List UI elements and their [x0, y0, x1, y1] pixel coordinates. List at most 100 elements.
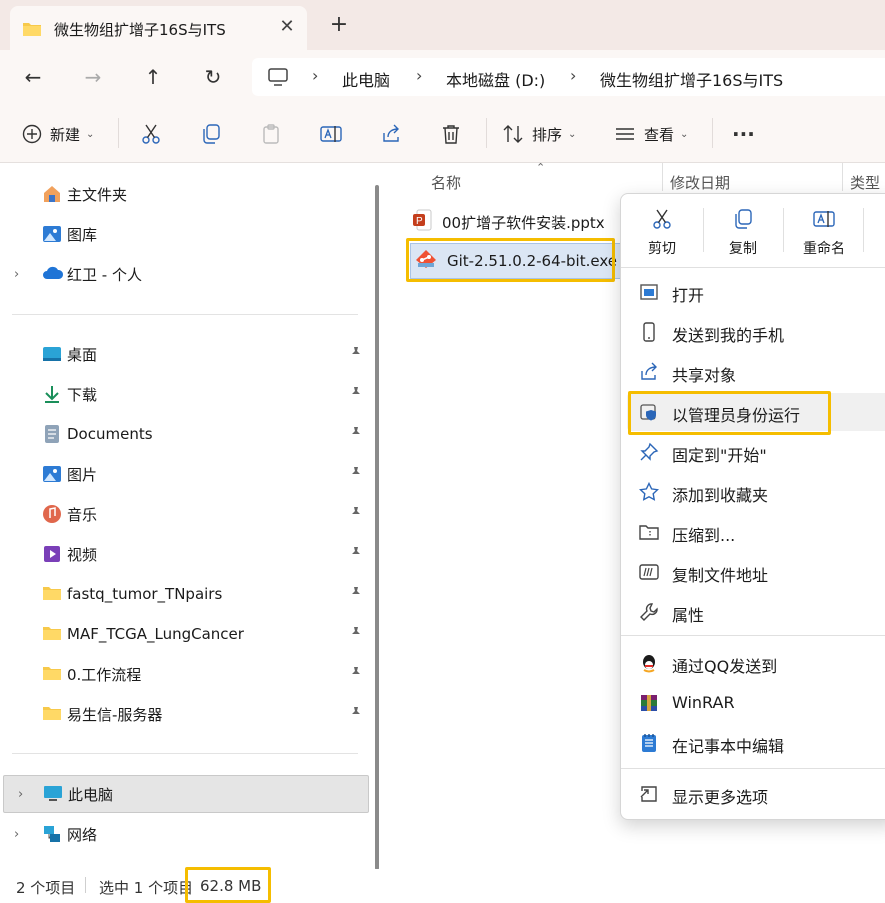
sidebar-item-onedrive[interactable]: › 红卫 - 个人: [0, 256, 370, 292]
sidebar-scrollbar[interactable]: [375, 185, 379, 870]
menu-item-pin-to-start[interactable]: 固定到"开始": [627, 433, 885, 471]
pictures-icon: [42, 464, 62, 484]
menu-item-more-options[interactable]: 显示更多选项: [627, 775, 885, 813]
sidebar-item-label: 主文件夹: [67, 185, 128, 204]
sidebar-item-label: 视频: [67, 545, 98, 564]
column-header-type[interactable]: 类型: [850, 172, 880, 193]
star-icon: [638, 481, 660, 502]
cut-label: 剪切: [648, 241, 676, 257]
pin-icon[interactable]: [349, 706, 363, 724]
more-options-icon: [639, 784, 659, 804]
forward-button[interactable]: →: [78, 62, 108, 92]
chevron-right-icon[interactable]: ›: [14, 267, 19, 282]
sidebar-item-folder[interactable]: 0.工作流程: [0, 656, 370, 692]
breadcrumb-current-folder[interactable]: 微生物组扩增子16S与ITS: [600, 67, 783, 91]
pin-icon[interactable]: [349, 346, 363, 364]
breadcrumb-this-pc[interactable]: 此电脑: [342, 67, 390, 91]
share-button[interactable]: [380, 120, 402, 148]
menu-item-compress[interactable]: 压缩到...: [627, 513, 885, 551]
folder-icon: [42, 704, 62, 724]
download-icon: [42, 384, 62, 404]
pin-icon[interactable]: [349, 506, 363, 524]
tab-current[interactable]: 微生物组扩增子16S与ITS ✕: [10, 6, 307, 50]
rename-action[interactable]: 重命名: [789, 206, 859, 260]
pin-icon[interactable]: [349, 466, 363, 484]
up-button[interactable]: ↑: [138, 62, 168, 92]
copy-icon: [732, 208, 754, 230]
pin-icon[interactable]: [349, 546, 363, 564]
address-bar[interactable]: › 此电脑 › 本地磁盘 (D:) › 微生物组扩增子16S与ITS: [252, 58, 885, 96]
sidebar-item-folder[interactable]: MAF_TCGA_LungCancer: [0, 616, 370, 652]
column-header-modified[interactable]: 修改日期: [670, 172, 730, 193]
status-bar: 2 个项目 选中 1 个项目 62.8 MB: [0, 869, 885, 901]
sidebar-item-gallery[interactable]: 图库: [0, 216, 370, 252]
sidebar-item-folder[interactable]: 易生信-服务器: [0, 696, 370, 732]
sort-button[interactable]: 排序 ⌄: [502, 120, 576, 148]
sidebar-item-label: 此电脑: [68, 785, 114, 804]
menu-item-label: 复制文件地址: [672, 566, 769, 585]
sidebar-item-label: 网络: [67, 825, 98, 844]
column-divider[interactable]: [662, 163, 663, 191]
copy-action[interactable]: 复制: [708, 206, 778, 260]
sidebar-item-network[interactable]: › 网络: [0, 816, 370, 852]
menu-item-properties[interactable]: 属性: [627, 593, 885, 631]
menu-item-send-to-phone[interactable]: 发送到我的手机: [627, 313, 885, 351]
delete-button[interactable]: [440, 120, 462, 148]
close-tab-icon[interactable]: ✕: [276, 16, 298, 38]
sidebar-item-videos[interactable]: 视频: [0, 536, 370, 572]
column-divider[interactable]: [842, 163, 843, 191]
new-button[interactable]: 新建 ⌄: [22, 120, 94, 148]
cut-action[interactable]: 剪切: [627, 206, 697, 260]
menu-item-add-favorite[interactable]: 添加到收藏夹: [627, 473, 885, 511]
breadcrumb-local-disk[interactable]: 本地磁盘 (D:): [446, 67, 545, 91]
cut-icon: [651, 208, 673, 230]
breadcrumb-separator: ›: [416, 66, 423, 85]
paste-button[interactable]: [260, 120, 282, 148]
pin-icon[interactable]: [349, 666, 363, 684]
sidebar-item-desktop[interactable]: 桌面: [0, 336, 370, 372]
refresh-button[interactable]: ↻: [198, 62, 228, 92]
pin-icon: [639, 442, 659, 462]
file-row[interactable]: P 00扩增子软件安装.pptx: [412, 205, 605, 239]
sidebar-item-downloads[interactable]: 下载: [0, 376, 370, 412]
chevron-down-icon: ⌄: [568, 128, 577, 140]
sidebar-item-documents[interactable]: Documents: [0, 416, 370, 452]
pin-icon[interactable]: [349, 386, 363, 404]
back-button[interactable]: ←: [18, 62, 48, 92]
sidebar-item-pictures[interactable]: 图片: [0, 456, 370, 492]
menu-item-share[interactable]: 共享对象: [627, 353, 885, 391]
menu-item-copy-path[interactable]: 复制文件地址: [627, 553, 885, 591]
sidebar-divider: [12, 314, 358, 315]
notepad-icon: [639, 733, 659, 753]
more-options-button[interactable]: ···: [732, 120, 755, 148]
menu-item-label: 属性: [672, 606, 705, 625]
pin-icon[interactable]: [349, 426, 363, 444]
pin-icon[interactable]: [349, 626, 363, 644]
menu-item-label: 固定到"开始": [672, 446, 767, 465]
folder-icon: [42, 584, 62, 604]
rename-button[interactable]: [320, 120, 342, 148]
menu-item-winrar[interactable]: WinRAR: [627, 684, 885, 722]
breadcrumb-separator: ›: [570, 66, 577, 85]
cut-button[interactable]: [140, 120, 162, 148]
menu-item-notepad[interactable]: 在记事本中编辑: [627, 724, 885, 762]
sidebar-item-music[interactable]: 音乐: [0, 496, 370, 532]
copy-button[interactable]: [200, 120, 222, 148]
sidebar-item-this-pc[interactable]: › 此电脑: [3, 775, 369, 813]
new-tab-button[interactable]: +: [326, 12, 352, 38]
menu-item-send-via-qq[interactable]: 通过QQ发送到: [627, 644, 885, 682]
sidebar-item-home[interactable]: 主文件夹: [0, 176, 370, 212]
view-button[interactable]: 查看 ⌄: [614, 120, 688, 148]
highlight-box: [406, 238, 615, 282]
pin-icon[interactable]: [349, 586, 363, 604]
column-header-name[interactable]: 名称: [431, 172, 461, 193]
sidebar-item-folder[interactable]: fastq_tumor_TNpairs: [0, 576, 370, 612]
menu-item-open[interactable]: 打开: [627, 273, 885, 311]
svg-text:P: P: [416, 216, 423, 227]
chevron-right-icon[interactable]: ›: [18, 787, 23, 802]
rename-icon: [813, 208, 835, 230]
title-bar: 微生物组扩增子16S与ITS ✕ +: [0, 0, 885, 50]
documents-icon: [42, 424, 62, 444]
chevron-right-icon[interactable]: ›: [14, 827, 19, 842]
highlight-box: [628, 391, 831, 435]
